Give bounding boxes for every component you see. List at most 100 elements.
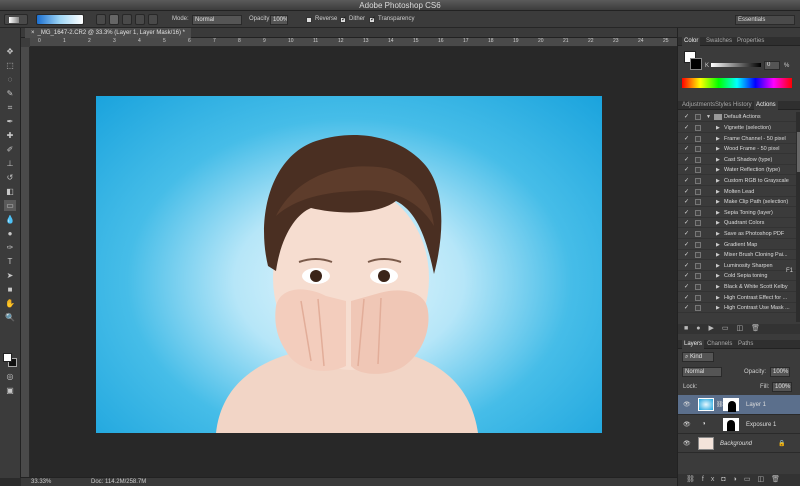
radial-gradient-button[interactable] xyxy=(109,14,119,25)
trash-icon[interactable]: 🗑 xyxy=(771,476,787,483)
action-item[interactable]: ✓ ▶ Cast Shadow (type) xyxy=(678,155,796,165)
tab-actions[interactable]: Actions xyxy=(754,101,778,110)
action-item[interactable]: ✓ ▶ Black & White Scott Kelby xyxy=(678,282,796,292)
expand-triangle-icon[interactable]: ▶ xyxy=(716,303,720,312)
action-item[interactable]: ✓ ▶ Sepia Toning (layer) xyxy=(678,208,796,218)
toggle-check-icon[interactable]: ✓ xyxy=(684,293,689,302)
toggle-check-icon[interactable]: ✓ xyxy=(684,282,689,291)
path-select-tool-icon[interactable]: ➤ xyxy=(4,270,16,281)
dialog-toggle-icon[interactable] xyxy=(695,167,701,174)
record-icon[interactable]: ● xyxy=(696,325,708,332)
blur-tool-icon[interactable]: 💧 xyxy=(4,214,16,225)
expand-triangle-icon[interactable]: ▶ xyxy=(716,187,720,196)
color-background-swatch[interactable] xyxy=(690,58,702,70)
expand-triangle-icon[interactable]: ▶ xyxy=(716,208,720,217)
adjustment-icon[interactable]: ◑ xyxy=(733,476,744,483)
tab-channels[interactable]: Channels xyxy=(705,340,734,349)
dialog-toggle-icon[interactable] xyxy=(695,305,701,312)
expand-triangle-icon[interactable]: ▶ xyxy=(716,293,720,302)
expand-triangle-icon[interactable]: ▶ xyxy=(716,123,720,132)
toggle-check-icon[interactable]: ✓ xyxy=(684,261,689,270)
clone-stamp-tool-icon[interactable]: ⊥ xyxy=(4,158,16,169)
reflected-gradient-button[interactable] xyxy=(135,14,145,25)
quick-select-tool-icon[interactable]: ✎ xyxy=(4,88,16,99)
k-value-field[interactable]: 0 xyxy=(764,61,780,70)
toggle-check-icon[interactable]: ✓ xyxy=(684,155,689,164)
layer-name[interactable]: Exposure 1 xyxy=(746,422,776,428)
toggle-check-icon[interactable]: ✓ xyxy=(684,208,689,217)
action-item[interactable]: ✓ ▶ Mixer Brush Cloning Pai... xyxy=(678,250,796,261)
dither-checkbox[interactable] xyxy=(340,15,347,23)
fill-field[interactable]: 100% xyxy=(772,382,792,392)
tab-paths[interactable]: Paths xyxy=(736,340,755,349)
action-item[interactable]: ✓ ▶ Water Reflection (type) xyxy=(678,165,796,176)
layer-row-background[interactable]: 👁 Background 🔒 xyxy=(678,435,800,453)
dialog-toggle-icon[interactable] xyxy=(695,199,701,206)
expand-triangle-icon[interactable]: ▶ xyxy=(716,218,720,227)
expand-triangle-icon[interactable]: ▶ xyxy=(716,176,720,185)
layer-name[interactable]: Background xyxy=(720,441,752,447)
dialog-toggle-icon[interactable] xyxy=(695,156,701,163)
stop-icon[interactable]: ■ xyxy=(684,325,696,332)
expand-triangle-icon[interactable]: ▶ xyxy=(716,240,720,249)
expand-triangle-icon[interactable]: ▶ xyxy=(716,282,720,291)
action-item[interactable]: ✓ ▶ Custom RGB to Grayscale xyxy=(678,176,796,186)
dialog-toggle-icon[interactable] xyxy=(695,188,701,195)
dialog-toggle-icon[interactable] xyxy=(695,209,701,216)
type-tool-icon[interactable]: T xyxy=(4,256,16,267)
close-icon[interactable]: × xyxy=(31,30,35,36)
toggle-check-icon[interactable]: ✓ xyxy=(684,134,689,143)
screen-mode-icon[interactable]: ▣ xyxy=(4,385,16,396)
action-item[interactable]: ✓ ▶ Frame Channel - 50 pixel xyxy=(678,134,796,144)
hand-tool-icon[interactable]: ✋ xyxy=(4,298,16,309)
actions-scrollbar[interactable] xyxy=(796,112,800,322)
action-item[interactable]: ✓ ▶ Save as Photoshop PDF xyxy=(678,229,796,239)
action-item[interactable]: ✓ ▶ Wood Frame - 50 pixel xyxy=(678,144,796,155)
healing-brush-tool-icon[interactable]: ✚ xyxy=(4,130,16,141)
toggle-check-icon[interactable]: ✓ xyxy=(684,240,689,249)
tool-preset-picker[interactable] xyxy=(4,14,28,25)
diamond-gradient-button[interactable] xyxy=(148,14,158,25)
layer-row-exposure-1[interactable]: 👁 ◑ Exposure 1 xyxy=(678,416,800,434)
new-group-icon[interactable]: ▭ xyxy=(744,476,758,483)
tab-color[interactable]: Color xyxy=(682,37,701,46)
expand-triangle-icon[interactable]: ▶ xyxy=(716,144,720,153)
new-action-icon[interactable]: ◫ xyxy=(736,325,751,332)
expand-triangle-icon[interactable]: ▶ xyxy=(716,134,720,143)
visibility-eye-icon[interactable]: 👁 xyxy=(683,440,691,447)
dialog-toggle-icon[interactable] xyxy=(695,114,701,120)
dialog-toggle-icon[interactable] xyxy=(695,135,701,142)
blend-mode-select[interactable]: Normal xyxy=(682,367,722,377)
expand-triangle-icon[interactable]: ▶ xyxy=(716,229,720,238)
ruler-origin[interactable] xyxy=(21,38,30,47)
document-tab[interactable]: × _MG_1647-2.CR2 @ 33.3% (Layer 1, Layer … xyxy=(25,28,192,38)
move-tool-icon[interactable]: ✥ xyxy=(4,46,16,57)
tab-history[interactable]: History xyxy=(731,101,754,110)
dialog-toggle-icon[interactable] xyxy=(695,231,701,237)
transparency-checkbox[interactable] xyxy=(369,15,376,23)
document-image[interactable] xyxy=(96,96,602,433)
k-slider[interactable] xyxy=(711,63,761,67)
dialog-toggle-icon[interactable] xyxy=(695,262,701,269)
add-mask-icon[interactable]: ◘ xyxy=(721,476,732,483)
mode-select[interactable]: Normal xyxy=(192,15,242,25)
workspace-select[interactable]: Essentials xyxy=(735,15,795,25)
color-spectrum-bar[interactable] xyxy=(682,78,792,88)
dialog-toggle-icon[interactable] xyxy=(695,284,701,290)
eyedropper-tool-icon[interactable]: ✒ xyxy=(4,116,16,127)
zoom-level[interactable]: 33.33% xyxy=(31,479,51,485)
toggle-check-icon[interactable]: ✓ xyxy=(684,123,689,132)
toggle-check-icon[interactable]: ✓ xyxy=(684,112,689,121)
action-item[interactable]: ✓ ▶ Luminosity Sharpen xyxy=(678,261,796,271)
lasso-tool-icon[interactable]: ◌ xyxy=(4,74,16,85)
play-icon[interactable]: ▶ xyxy=(708,325,721,332)
link-layers-icon[interactable]: ⛓ xyxy=(686,476,702,483)
gradient-tool-icon[interactable]: ▭ xyxy=(4,200,16,211)
toggle-check-icon[interactable]: ✓ xyxy=(684,187,689,196)
toggle-check-icon[interactable]: ✓ xyxy=(684,303,689,312)
toggle-check-icon[interactable]: ✓ xyxy=(684,197,689,206)
dialog-toggle-icon[interactable] xyxy=(695,241,701,248)
pen-tool-icon[interactable]: ✑ xyxy=(4,242,16,253)
new-set-icon[interactable]: ▭ xyxy=(722,325,737,332)
visibility-eye-icon[interactable]: 👁 xyxy=(683,421,691,428)
